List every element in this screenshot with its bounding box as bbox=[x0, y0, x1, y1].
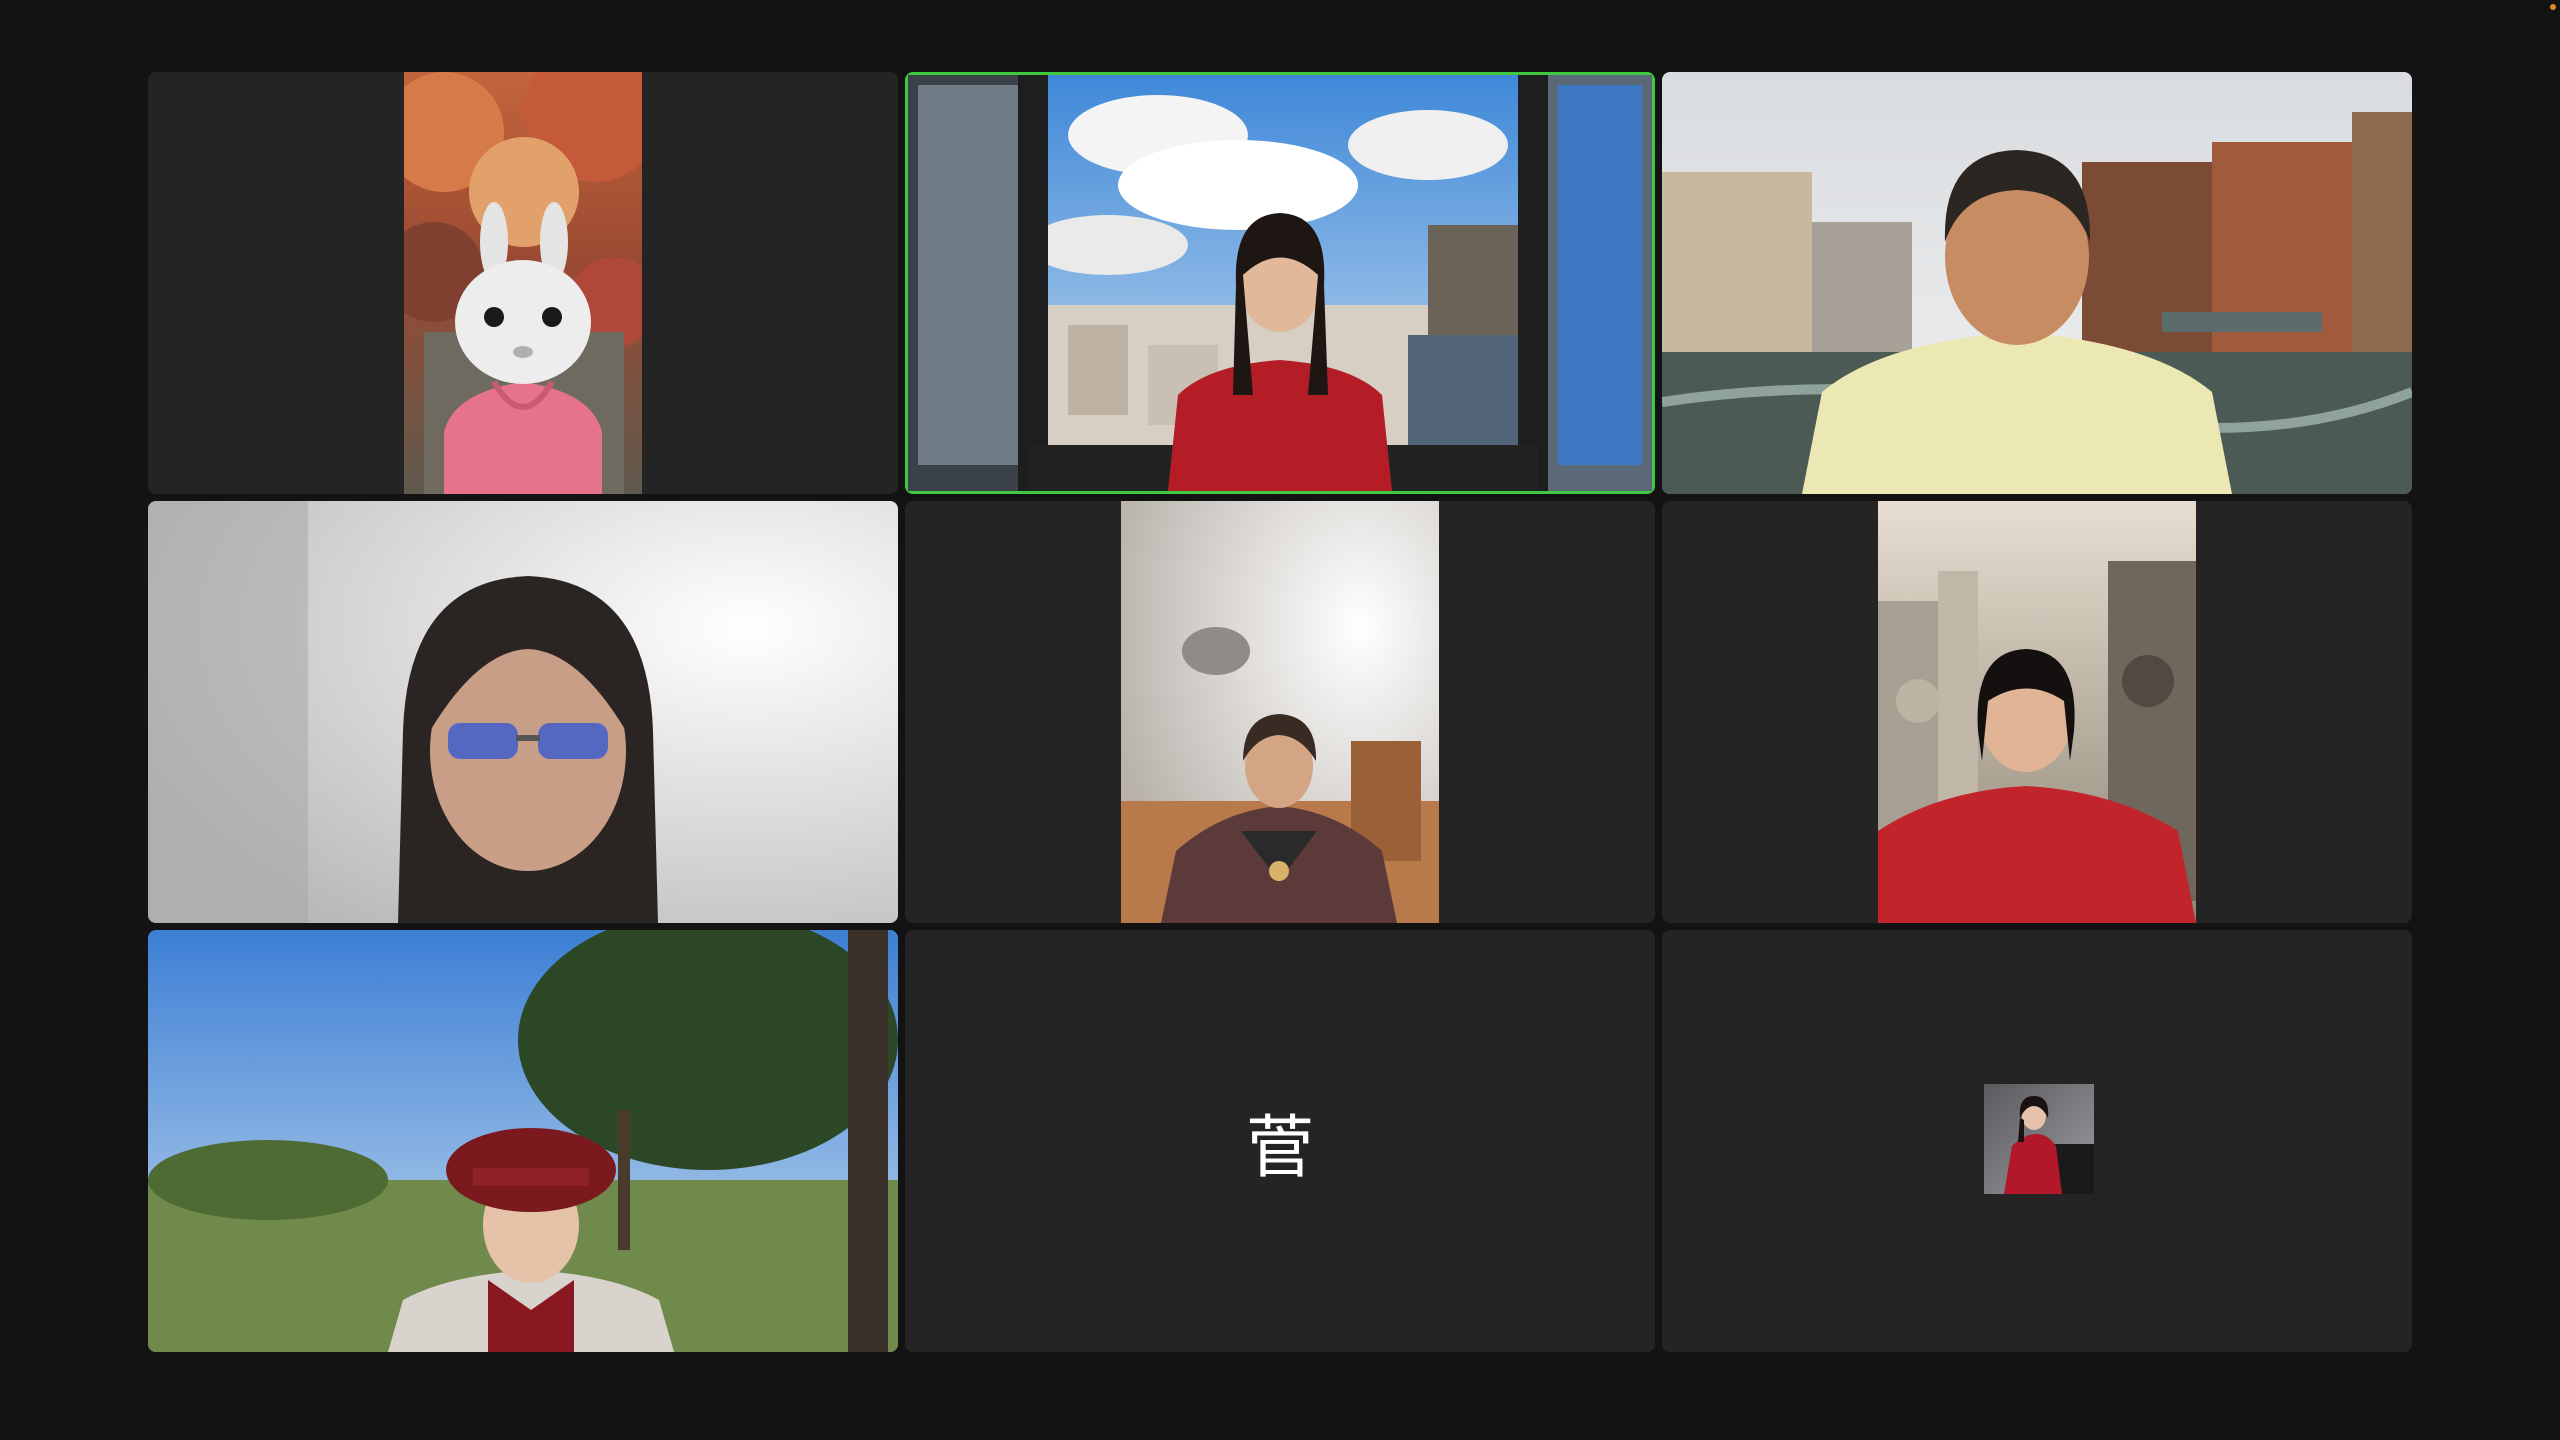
meeting-window: 菅 bbox=[0, 0, 2560, 1440]
participant-tile-1[interactable] bbox=[148, 72, 898, 494]
participant-video-5 bbox=[1121, 501, 1439, 923]
participant-tile-3[interactable] bbox=[1662, 72, 2412, 494]
participant-video-6 bbox=[1878, 501, 2196, 923]
gallery-grid: 菅 bbox=[148, 72, 2412, 1352]
participant-initial: 菅 bbox=[1245, 1108, 1314, 1188]
participant-tile-8[interactable]: 菅 bbox=[905, 930, 1655, 1352]
participant-tile-9[interactable] bbox=[1662, 930, 2412, 1352]
participant-video-1 bbox=[404, 72, 642, 494]
participant-video-7 bbox=[148, 930, 898, 1352]
participant-video-3 bbox=[1662, 72, 2412, 494]
participant-tile-4[interactable] bbox=[148, 501, 898, 923]
profile-photo bbox=[1984, 1084, 2094, 1194]
participant-tile-6[interactable] bbox=[1662, 501, 2412, 923]
participant-video-2 bbox=[908, 75, 1652, 491]
participant-tile-5[interactable] bbox=[905, 501, 1655, 923]
status-indicator-dot bbox=[2550, 4, 2556, 10]
participant-tile-2[interactable] bbox=[905, 72, 1655, 494]
participant-video-4 bbox=[148, 501, 898, 923]
participant-tile-7[interactable] bbox=[148, 930, 898, 1352]
